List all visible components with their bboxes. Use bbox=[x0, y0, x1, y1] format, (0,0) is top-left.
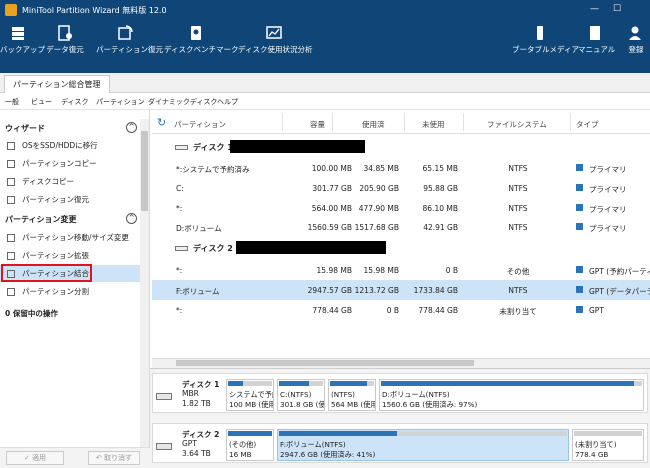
move-resize-icon bbox=[7, 234, 15, 242]
sidebar-item-copy-partition[interactable]: パーティションコピー bbox=[0, 155, 140, 172]
table-row[interactable]: *: 778.44 GB 0 B 778.44 GB 未割り当て GPT bbox=[152, 300, 650, 320]
table-row[interactable]: D:ボリューム 1560.59 GB 1517.68 GB 42.91 GB N… bbox=[152, 217, 650, 237]
menu-bar: 一般 ビュー ディスク パーティション ダイナミックディスク ヘルプ bbox=[0, 93, 650, 110]
copy-partition-icon bbox=[7, 160, 15, 168]
table-row[interactable]: *:システムで予約済み 100.00 MB 34.85 MB 65.15 MB … bbox=[152, 158, 650, 178]
disk-icon bbox=[156, 443, 172, 450]
type-color-swatch bbox=[576, 266, 583, 273]
sidebar-scrollbar-thumb[interactable] bbox=[141, 131, 148, 211]
tab-bar: パーティション総合管理 bbox=[0, 73, 650, 93]
app-logo-icon bbox=[5, 4, 17, 16]
sidebar-item-move-resize[interactable]: パーティション移動/サイズ変更 bbox=[0, 229, 140, 246]
window-controls[interactable]: —☐ bbox=[590, 4, 635, 14]
partition-block[interactable]: C:(NTFS) 301.8 GB (使用 bbox=[277, 379, 325, 411]
type-color-swatch bbox=[576, 164, 583, 171]
data-recovery-icon bbox=[58, 25, 72, 41]
sidebar-item-split[interactable]: パーティション分割 bbox=[0, 283, 140, 300]
data-recovery-button[interactable]: データ復元 bbox=[43, 25, 87, 55]
manual-button[interactable]: マニュアル bbox=[578, 25, 615, 55]
col-filesystem[interactable]: ファイルシステム bbox=[487, 119, 547, 130]
sidebar: ウィザード ^ OSをSSD/HDDに移行 パーティションコピー ディスクコピー… bbox=[0, 110, 150, 468]
partition-recovery-icon bbox=[7, 196, 15, 204]
type-color-swatch bbox=[576, 184, 583, 191]
col-unused[interactable]: 未使用 bbox=[422, 119, 445, 130]
pending-operations: 0 保留中の操作 bbox=[5, 309, 58, 318]
partition-recovery-button[interactable]: パーティション復元 bbox=[96, 25, 163, 55]
sidebar-item-extend[interactable]: パーティション拡張 bbox=[0, 247, 140, 264]
type-color-swatch bbox=[576, 306, 583, 313]
menu-view[interactable]: ビュー bbox=[31, 97, 52, 107]
redacted-disk-model bbox=[230, 140, 365, 153]
space-analyzer-button[interactable]: ディスク使用状況分析 bbox=[238, 25, 312, 55]
disk-benchmark-icon bbox=[191, 26, 201, 40]
partition-block[interactable]: システムで予約 100 MB (使用 bbox=[226, 379, 274, 411]
disk-1-info: ディスク 1 MBR 1.82 TB bbox=[156, 379, 220, 409]
bootable-media-icon bbox=[537, 26, 543, 40]
col-partition[interactable]: パーティション bbox=[174, 119, 226, 130]
menu-disk[interactable]: ディスク bbox=[61, 97, 89, 107]
col-used[interactable]: 使用済 bbox=[362, 119, 385, 130]
disk-1-header[interactable]: ディスク 1 bbox=[152, 137, 650, 157]
section-change-title: パーティション変更 bbox=[5, 215, 77, 224]
type-color-swatch bbox=[576, 204, 583, 211]
menu-help[interactable]: ヘルプ bbox=[217, 97, 238, 107]
disk-benchmark-button[interactable]: ディスクベンチマーク bbox=[164, 25, 238, 55]
manual-icon bbox=[590, 26, 600, 40]
undo-button[interactable]: ↶ 取り消す bbox=[88, 451, 140, 465]
partition-block[interactable]: (その他) 16 MB bbox=[226, 429, 274, 461]
highlight-box bbox=[1, 264, 92, 282]
register-icon bbox=[629, 26, 641, 40]
partition-table-header: ↻ パーティション 容量 使用済 未使用 ファイルシステム タイプ bbox=[152, 110, 650, 134]
backup-icon bbox=[12, 27, 24, 40]
disk-2-header[interactable]: ディスク 2 ( bbox=[152, 238, 650, 258]
collapse-wizard-icon[interactable]: ^ bbox=[126, 122, 137, 133]
partition-block[interactable]: (未割り当て) 778.4 GB bbox=[572, 429, 644, 461]
title-bar: MiniTool Partition Wizard 無料版 12.0 —☐ bbox=[0, 0, 650, 21]
register-button[interactable]: 登録 bbox=[624, 25, 648, 55]
disk-icon bbox=[156, 393, 172, 400]
table-scrollbar-thumb[interactable] bbox=[176, 360, 474, 366]
table-row[interactable]: *: 564.00 MB 477.90 MB 86.10 MB NTFS プライ… bbox=[152, 198, 650, 218]
space-analyzer-icon bbox=[266, 26, 282, 39]
table-row[interactable]: *: 15.98 MB 15.98 MB 0 B その他 GPT (予約パーティ… bbox=[152, 260, 650, 280]
extend-icon bbox=[7, 252, 15, 260]
refresh-icon[interactable]: ↻ bbox=[157, 116, 166, 129]
action-bar: ✓ 適用 ↶ 取り消す bbox=[0, 447, 150, 468]
sidebar-item-migrate-os[interactable]: OSをSSD/HDDに移行 bbox=[0, 137, 140, 154]
redacted-disk-model bbox=[236, 241, 386, 254]
migrate-os-icon bbox=[7, 142, 15, 150]
split-icon bbox=[7, 288, 15, 296]
disk-map-disk-2[interactable]: ディスク 2 GPT 3.64 TB (その他) 16 MB F:ボリューム(N… bbox=[152, 423, 648, 463]
col-type[interactable]: タイプ bbox=[576, 119, 599, 130]
table-row-selected[interactable]: F:ボリューム 2947.57 GB 1213.72 GB 1733.84 GB… bbox=[152, 280, 650, 300]
section-wizard-title: ウィザード bbox=[5, 124, 45, 133]
menu-general[interactable]: 一般 bbox=[5, 97, 19, 107]
collapse-change-icon[interactable]: ^ bbox=[126, 213, 137, 224]
partition-block-selected[interactable]: F:ボリューム(NTFS) 2947.6 GB (使用済み: 41%) bbox=[277, 429, 569, 461]
partition-block[interactable]: (NTFS) 564 MB (使用 bbox=[328, 379, 376, 411]
menu-dynamic-disk[interactable]: ダイナミックディスク bbox=[148, 97, 217, 107]
disk-map-disk-1[interactable]: ディスク 1 MBR 1.82 TB システムで予約 100 MB (使用 C:… bbox=[152, 373, 648, 413]
col-capacity[interactable]: 容量 bbox=[310, 119, 325, 130]
type-color-swatch bbox=[576, 286, 583, 293]
partition-block[interactable]: D:ボリューム(NTFS) 1560.6 GB (使用済み: 97%) bbox=[379, 379, 644, 411]
disk-icon bbox=[175, 145, 188, 150]
table-row[interactable]: C: 301.77 GB 205.90 GB 95.88 GB NTFS プライ… bbox=[152, 178, 650, 198]
sidebar-item-copy-disk[interactable]: ディスクコピー bbox=[0, 173, 140, 190]
apply-button[interactable]: ✓ 適用 bbox=[6, 451, 64, 465]
type-color-swatch bbox=[576, 223, 583, 230]
bootable-media-button[interactable]: ブータブルメディア bbox=[512, 25, 579, 55]
main-toolbar: バックアップ データ復元 パーティション復元 ディスクベンチマーク ディスク使用… bbox=[0, 21, 650, 73]
tab-partition-management[interactable]: パーティション総合管理 bbox=[4, 75, 110, 93]
sidebar-item-partition-recovery[interactable]: パーティション復元 bbox=[0, 191, 140, 208]
window-title: MiniTool Partition Wizard 無料版 12.0 bbox=[22, 6, 167, 15]
menu-partition[interactable]: パーティション bbox=[96, 97, 145, 107]
disk-icon bbox=[175, 246, 188, 251]
partition-recovery-icon bbox=[118, 25, 133, 40]
backup-button[interactable]: バックアップ bbox=[0, 25, 45, 55]
copy-disk-icon bbox=[7, 178, 15, 186]
disk-2-info: ディスク 2 GPT 3.64 TB bbox=[156, 429, 220, 459]
